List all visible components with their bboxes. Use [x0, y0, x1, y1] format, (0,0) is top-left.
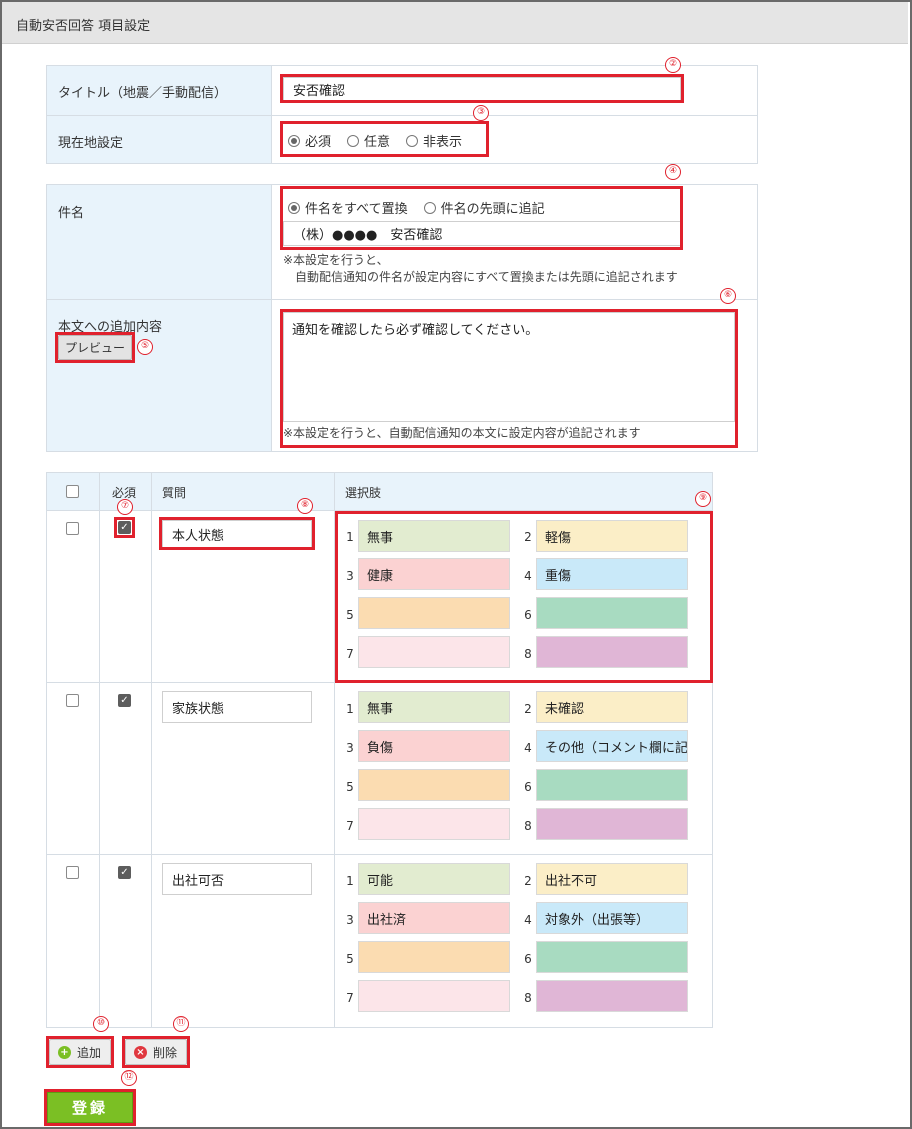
highlight-box	[159, 517, 315, 550]
subject-label-cell: 件名	[47, 185, 272, 299]
marker-3: ③	[473, 105, 489, 121]
location-label: 現在地設定	[58, 136, 124, 151]
marker-5: ⑤	[137, 339, 153, 355]
select-all-checkbox[interactable]	[66, 485, 79, 498]
choice-value: 出社不可	[545, 873, 598, 889]
subject-note-line1: ※本設定を行うと、	[283, 253, 389, 267]
row-select-checkbox[interactable]	[66, 866, 79, 879]
choice-value: 可能	[367, 873, 394, 889]
choice-number: 5	[346, 780, 354, 794]
question-input[interactable]: 家族状態	[162, 691, 312, 723]
marker-10: ⑩	[93, 1016, 109, 1032]
marker-9: ⑨	[695, 491, 711, 507]
choice-number: 5	[346, 952, 354, 966]
choice-field[interactable]	[536, 808, 688, 840]
header-choices: 選択肢	[345, 486, 382, 500]
title-label: タイトル（地震／手動配信）	[58, 86, 228, 101]
marker-6: ⑥	[720, 288, 736, 304]
choice-field[interactable]	[358, 941, 510, 973]
choice-field[interactable]: 無事	[358, 691, 510, 723]
highlight-box	[335, 511, 713, 683]
choice-number: 7	[346, 819, 354, 833]
choice-number: 1	[346, 702, 354, 716]
marker-11: ⑪	[173, 1016, 189, 1032]
row-select-checkbox[interactable]	[66, 522, 79, 535]
table-row-divider	[47, 854, 712, 855]
choice-number: 6	[524, 780, 532, 794]
choice-field[interactable]	[358, 980, 510, 1012]
body-label-cell: 本文への追加内容	[47, 300, 272, 451]
highlight-box	[55, 332, 135, 363]
choice-number: 2	[524, 702, 532, 716]
choice-number: 8	[524, 819, 532, 833]
choice-number: 6	[524, 952, 532, 966]
title-label-cell: タイトル（地震／手動配信）	[47, 66, 272, 115]
choice-value: 負傷	[367, 740, 394, 756]
choice-number: 3	[346, 741, 354, 755]
marker-2: ②	[665, 57, 681, 73]
choice-field[interactable]: 負傷	[358, 730, 510, 762]
choice-field[interactable]: その他（コメント欄に記	[536, 730, 688, 762]
row-select-checkbox[interactable]	[66, 694, 79, 707]
choice-number: 2	[524, 874, 532, 888]
highlight-box	[46, 1036, 114, 1068]
choice-number: 7	[346, 991, 354, 1005]
choice-field[interactable]: 未確認	[536, 691, 688, 723]
highlight-box	[280, 309, 738, 448]
choice-value: 無事	[367, 701, 394, 717]
choice-value: その他（コメント欄に記	[545, 740, 688, 756]
table-divider	[99, 473, 100, 1027]
highlight-box	[280, 186, 683, 250]
choice-value: 出社済	[367, 912, 407, 928]
subject-label: 件名	[58, 206, 85, 221]
subject-note-line2: 自動配信通知の件名が設定内容にすべて置換または先頭に追記されます	[295, 270, 678, 284]
choice-field[interactable]	[358, 808, 510, 840]
choice-field[interactable]: 可能	[358, 863, 510, 895]
page-title: 自動安否回答 項目設定	[16, 19, 151, 34]
choice-field[interactable]	[358, 769, 510, 801]
marker-7: ⑦	[117, 499, 133, 515]
choice-field[interactable]: 出社不可	[536, 863, 688, 895]
header-question: 質問	[162, 486, 187, 500]
choice-field[interactable]	[536, 980, 688, 1012]
choice-value: 対象外（出張等）	[545, 912, 650, 928]
subject-note: ※本設定を行うと、 自動配信通知の件名が設定内容にすべて置換または先頭に追記され…	[283, 252, 678, 286]
choice-value: 未確認	[545, 701, 585, 717]
required-checkbox[interactable]: ✓	[118, 694, 131, 707]
location-label-cell: 現在地設定	[47, 116, 272, 163]
highlight-box	[44, 1089, 136, 1126]
required-checkbox[interactable]: ✓	[118, 866, 131, 879]
choice-field[interactable]	[536, 769, 688, 801]
highlight-box	[280, 74, 684, 103]
choice-field[interactable]: 対象外（出張等）	[536, 902, 688, 934]
marker-8: ⑧	[297, 498, 313, 514]
choice-number: 8	[524, 991, 532, 1005]
choice-field[interactable]: 出社済	[358, 902, 510, 934]
choice-number: 4	[524, 741, 532, 755]
choice-field[interactable]	[536, 941, 688, 973]
question-input[interactable]: 出社可否	[162, 863, 312, 895]
choice-number: 3	[346, 913, 354, 927]
choice-number: 1	[346, 874, 354, 888]
highlight-box	[280, 121, 489, 157]
highlight-box	[114, 517, 135, 538]
marker-12: ⑫	[121, 1070, 137, 1086]
highlight-box	[122, 1036, 190, 1068]
question-input-value: 出社可否	[172, 873, 225, 889]
marker-4: ④	[665, 164, 681, 180]
table-divider	[151, 473, 152, 1027]
choice-number: 4	[524, 913, 532, 927]
page-header: 自動安否回答 項目設定	[2, 2, 908, 44]
question-input-value: 家族状態	[172, 701, 225, 717]
